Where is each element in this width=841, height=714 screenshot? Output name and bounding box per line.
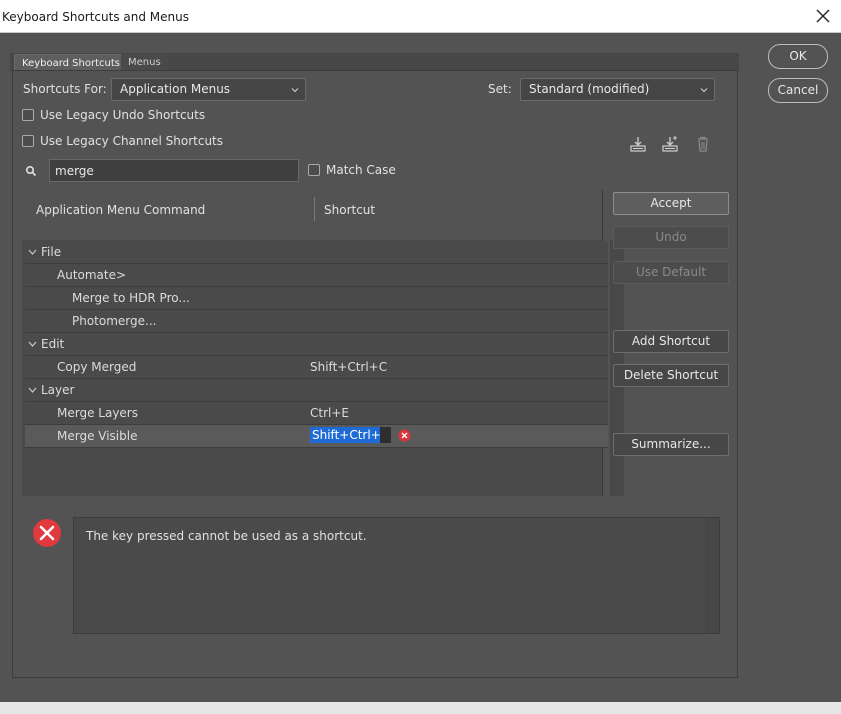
title-bar: Keyboard Shortcuts and Menus: [0, 0, 841, 33]
delete-set-icon[interactable]: [694, 135, 712, 153]
table-row[interactable]: Merge Layers Ctrl+E: [25, 402, 608, 425]
collapse-caret-icon[interactable]: [28, 341, 37, 347]
table-row[interactable]: Edit: [25, 333, 608, 356]
save-set-icon[interactable]: [629, 135, 647, 153]
row-command: Edit: [41, 337, 65, 351]
shortcuts-for-select[interactable]: Application Menus: [111, 78, 306, 101]
message-text: The key pressed cannot be used as a shor…: [86, 529, 367, 543]
close-icon[interactable]: [813, 6, 833, 26]
column-header-shortcut[interactable]: Shortcut: [324, 203, 375, 217]
add-shortcut-button[interactable]: Add Shortcut: [613, 330, 729, 353]
tab-keyboard-shortcuts[interactable]: Keyboard Shortcuts: [14, 54, 128, 71]
shortcuts-table: File Automate> Merge to HDR Pro... Photo…: [22, 240, 624, 496]
column-divider: [314, 197, 315, 221]
save-as-set-icon[interactable]: [661, 135, 679, 153]
table-row[interactable]: Copy Merged Shift+Ctrl+C: [25, 356, 608, 379]
accept-button[interactable]: Accept: [613, 192, 729, 215]
ok-button[interactable]: OK: [768, 44, 828, 69]
shortcut-edit-value: Shift+Ctrl+E: [310, 427, 391, 443]
window-title: Keyboard Shortcuts and Menus: [2, 10, 189, 24]
clear-icon[interactable]: [398, 429, 411, 442]
row-command: Copy Merged: [57, 360, 137, 374]
row-command: File: [41, 245, 62, 259]
table-row[interactable]: Automate>: [25, 264, 608, 287]
column-header-command[interactable]: Application Menu Command: [36, 203, 205, 217]
text-cursor: [380, 427, 391, 443]
table-row[interactable]: File: [25, 241, 608, 264]
use-default-button[interactable]: Use Default: [613, 261, 729, 284]
set-label: Set:: [488, 82, 512, 96]
cancel-button[interactable]: Cancel: [768, 78, 828, 103]
desktop-background: [0, 702, 841, 714]
row-command: Merge Visible: [57, 429, 138, 443]
legacy-channel-label: Use Legacy Channel Shortcuts: [40, 134, 224, 148]
table-row[interactable]: Layer: [25, 379, 608, 402]
match-case-checkbox[interactable]: [308, 164, 320, 176]
collapse-caret-icon[interactable]: [28, 387, 37, 393]
row-command: Merge Layers: [57, 406, 138, 420]
row-command: Photomerge...: [72, 314, 157, 328]
set-value: Standard (modified): [529, 82, 650, 96]
delete-shortcut-button[interactable]: Delete Shortcut: [613, 364, 729, 387]
message-box: The key pressed cannot be used as a shor…: [73, 517, 720, 634]
collapse-caret-icon[interactable]: [28, 249, 37, 255]
shortcuts-for-label: Shortcuts For:: [23, 82, 107, 96]
search-icon: [25, 165, 37, 177]
set-select[interactable]: Standard (modified): [520, 78, 715, 101]
row-command: Merge to HDR Pro...: [72, 291, 190, 305]
chevron-down-icon: [291, 88, 299, 93]
shortcuts-for-value: Application Menus: [120, 82, 231, 96]
row-command: Layer: [41, 383, 75, 397]
summarize-button[interactable]: Summarize...: [613, 433, 729, 456]
table-row-selected[interactable]: Merge Visible Shift+Ctrl+E: [25, 425, 608, 448]
table-row[interactable]: Merge to HDR Pro...: [25, 287, 608, 310]
legacy-undo-label: Use Legacy Undo Shortcuts: [40, 108, 206, 122]
message-scrollbar[interactable]: [705, 518, 719, 633]
table-row[interactable]: Photomerge...: [25, 310, 608, 333]
error-icon: [33, 519, 61, 547]
row-command: Automate>: [57, 268, 127, 282]
match-case-label: Match Case: [326, 163, 396, 177]
legacy-channel-checkbox[interactable]: [22, 135, 34, 147]
chevron-down-icon: [700, 88, 708, 93]
undo-button[interactable]: Undo: [613, 226, 729, 249]
row-shortcut: Shift+Ctrl+C: [310, 360, 388, 374]
row-shortcut: Ctrl+E: [310, 406, 349, 420]
keyboard-shortcuts-dialog: Keyboard Shortcuts and Menus Keyboard Sh…: [0, 0, 841, 702]
tab-menus[interactable]: Menus: [121, 54, 168, 71]
search-input[interactable]: [49, 159, 299, 182]
legacy-undo-checkbox[interactable]: [22, 109, 34, 121]
